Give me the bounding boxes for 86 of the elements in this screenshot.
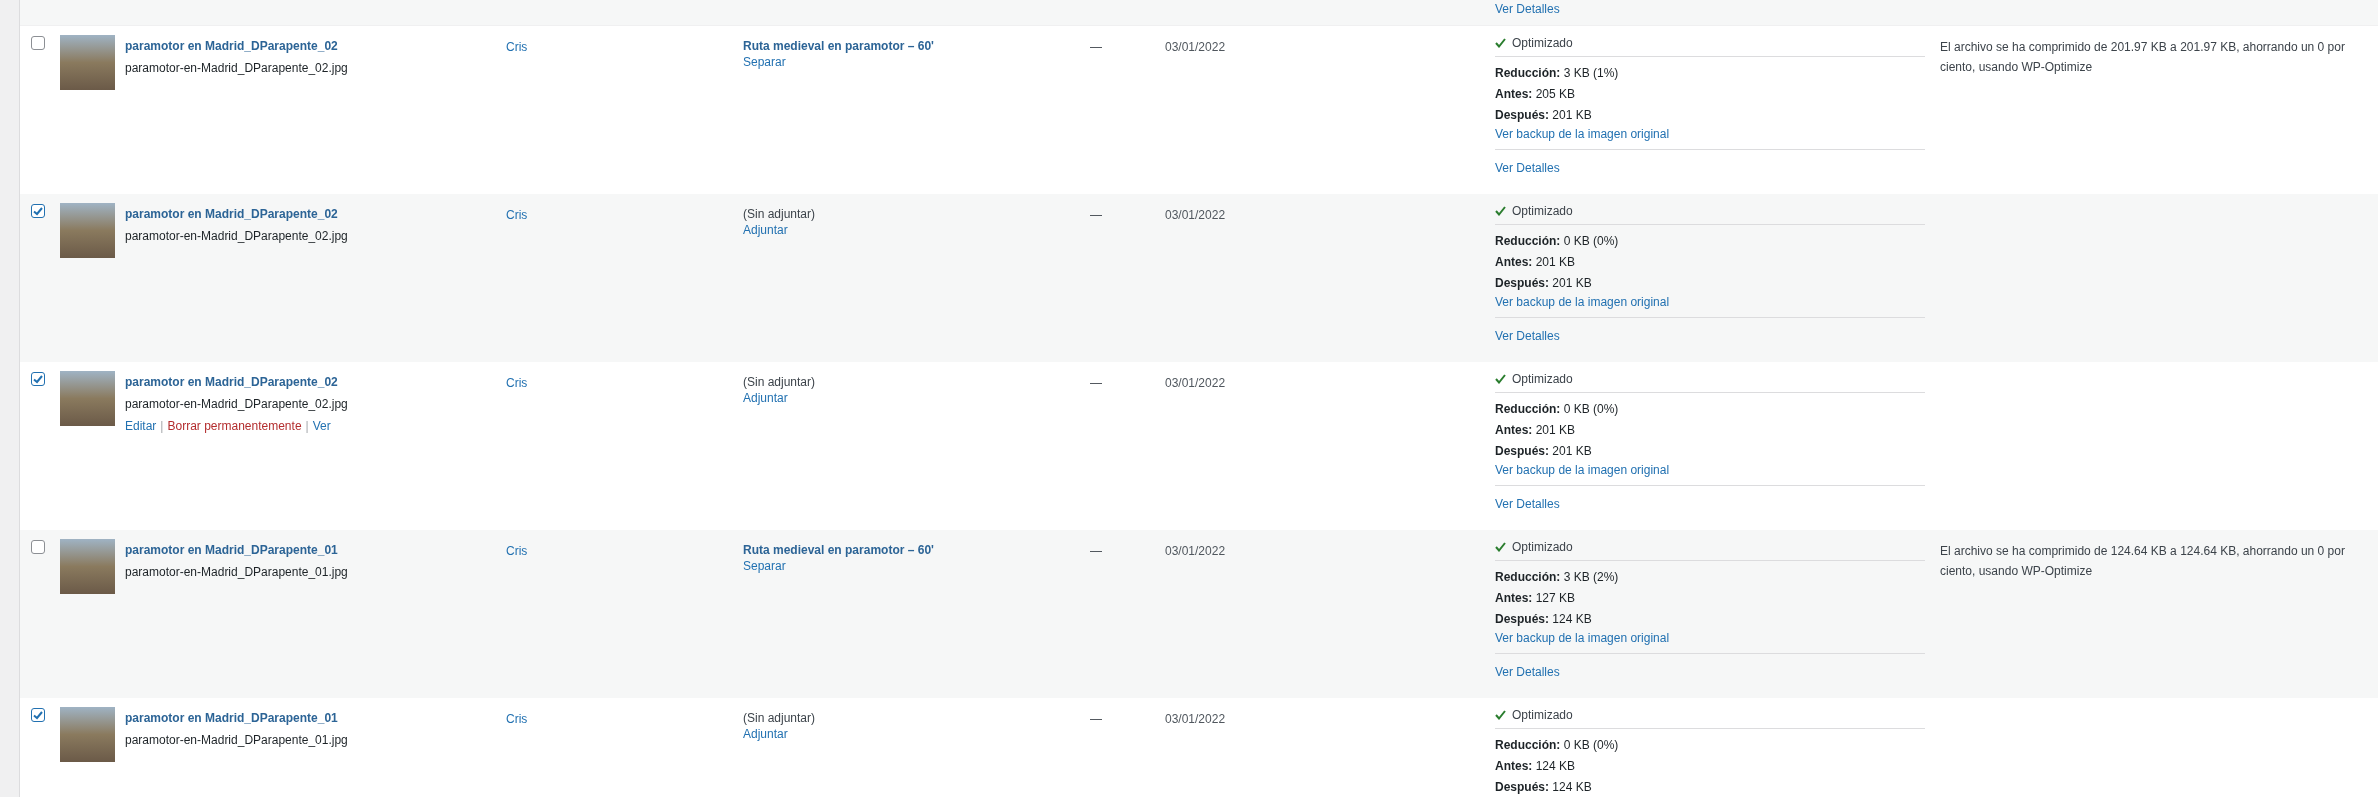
checkbox[interactable] (31, 372, 45, 386)
author-link[interactable]: Cris (506, 40, 528, 54)
backup-link[interactable]: Ver backup de la imagen original (1495, 126, 1670, 142)
file-name: paramotor-en-Madrid_DParapente_01.jpg (125, 564, 348, 580)
attach-link[interactable]: Adjuntar (743, 390, 788, 406)
empty-value: — (1090, 544, 1102, 558)
compression-note: El archivo se ha comprimido de 124.64 KB a 124.64 KB, ahorrando un 0 por ciento, usando WP-Optimize (1940, 543, 2346, 580)
date: 03/01/2022 (1165, 376, 1226, 390)
detach-link[interactable]: Separar (743, 558, 786, 574)
separator: | (160, 418, 164, 434)
checkbox[interactable] (31, 708, 45, 722)
media-title-link[interactable]: paramotor en Madrid_DParapente_02 (125, 206, 348, 222)
post-link[interactable]: Ruta medieval en paramotor – 60' (743, 38, 934, 54)
compression-note: El archivo se ha comprimido de 201.97 KB a 201.97 KB, ahorrando un 0 por ciento, usando WP-Optimize (1940, 39, 2346, 76)
date: 03/01/2022 (1165, 208, 1226, 222)
details-link[interactable]: Ver Detalles (1495, 664, 1560, 680)
date: 03/01/2022 (1165, 544, 1226, 558)
photo-placeholder (60, 707, 115, 762)
check-icon (1495, 374, 1506, 384)
stat-line: Después: 201 KB (1495, 443, 1593, 460)
media-title-link[interactable]: paramotor en Madrid_DParapente_01 (125, 542, 348, 558)
row-action-link[interactable]: Ver (312, 418, 331, 434)
detach-link[interactable]: Separar (743, 54, 786, 70)
stat-line: Antes: 127 KB (1495, 590, 1577, 607)
attach-link[interactable]: Adjuntar (743, 222, 788, 238)
unattached-label: (Sin adjuntar) (743, 710, 816, 726)
stat-line: Reducción: 3 KB (1%) (1495, 65, 1620, 82)
media-title-link[interactable]: paramotor en Madrid_DParapente_02 (125, 374, 348, 390)
file-name: paramotor-en-Madrid_DParapente_02.jpg (125, 228, 348, 244)
checkbox[interactable] (31, 540, 45, 554)
stat-line: Después: 124 KB (1495, 779, 1593, 796)
row-action-link[interactable]: Editar (125, 418, 157, 434)
author-link[interactable]: Cris (506, 208, 528, 222)
check-icon (1495, 710, 1506, 720)
stat-line: Reducción: 3 KB (2%) (1495, 569, 1620, 586)
stat-line: Antes: 124 KB (1495, 758, 1577, 775)
checkbox[interactable] (31, 204, 45, 218)
status-label: Optimizado (1512, 539, 1573, 555)
media-title-link[interactable]: paramotor en Madrid_DParapente_01 (125, 710, 348, 726)
stat-line: Antes: 201 KB (1495, 254, 1577, 271)
photo-placeholder (60, 35, 115, 90)
stat-line: Reducción: 0 KB (0%) (1495, 401, 1620, 418)
details-link[interactable]: Ver Detalles (1495, 496, 1560, 512)
delete-link[interactable]: Borrar permanentemente (167, 418, 302, 434)
photo-placeholder (60, 371, 115, 426)
stat-line: Reducción: 0 KB (0%) (1495, 737, 1620, 754)
stat-line: Después: 201 KB (1495, 275, 1593, 292)
date: 03/01/2022 (1165, 712, 1226, 726)
empty-value: — (1090, 712, 1102, 726)
backup-link[interactable]: Ver backup de la imagen original (1495, 294, 1670, 310)
checkbox[interactable] (31, 36, 45, 50)
status-label: Optimizado (1512, 371, 1573, 387)
empty-value: — (1090, 208, 1102, 222)
stat-line: Después: 124 KB (1495, 611, 1593, 628)
separator: | (305, 418, 309, 434)
check-icon (1495, 38, 1506, 48)
check-icon (1495, 206, 1506, 216)
file-name: paramotor-en-Madrid_DParapente_02.jpg (125, 396, 348, 412)
file-name: paramotor-en-Madrid_DParapente_02.jpg (125, 60, 348, 76)
check-icon (1495, 542, 1506, 552)
stat-line: Antes: 201 KB (1495, 422, 1577, 439)
author-link[interactable]: Cris (506, 544, 528, 558)
stat-line: Después: 201 KB (1495, 107, 1593, 124)
backup-link[interactable]: Ver backup de la imagen original (1495, 462, 1670, 478)
photo-placeholder (60, 203, 115, 258)
unattached-label: (Sin adjuntar) (743, 374, 816, 390)
status-label: Optimizado (1512, 35, 1573, 51)
author-link[interactable]: Cris (506, 376, 528, 390)
status-label: Optimizado (1512, 707, 1573, 723)
status-label: Optimizado (1512, 203, 1573, 219)
author-link[interactable]: Cris (506, 712, 528, 726)
photo-placeholder (60, 539, 115, 594)
empty-value: — (1090, 376, 1102, 390)
backup-link[interactable]: Ver backup de la imagen original (1495, 630, 1670, 646)
attach-link[interactable]: Adjuntar (743, 726, 788, 742)
media-title-link[interactable]: paramotor en Madrid_DParapente_02 (125, 38, 348, 54)
stat-line: Antes: 205 KB (1495, 86, 1577, 103)
unattached-label: (Sin adjuntar) (743, 206, 816, 222)
post-link[interactable]: Ruta medieval en paramotor – 60' (743, 542, 934, 558)
file-name: paramotor-en-Madrid_DParapente_01.jpg (125, 732, 348, 748)
empty-value: — (1090, 40, 1102, 54)
date: 03/01/2022 (1165, 40, 1226, 54)
stat-line: Reducción: 0 KB (0%) (1495, 233, 1620, 250)
details-link[interactable]: Ver Detalles (1495, 328, 1560, 344)
details-link[interactable]: Ver Detalles (1495, 160, 1560, 176)
details-link[interactable]: Ver Detalles (1495, 1, 1560, 17)
